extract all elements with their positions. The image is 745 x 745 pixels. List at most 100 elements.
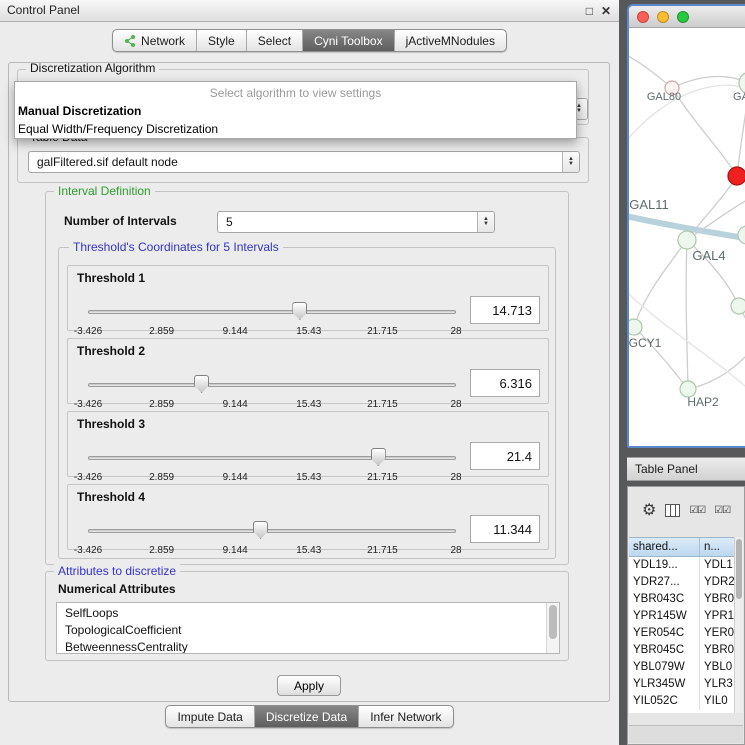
slider-thumb[interactable]: [371, 448, 386, 466]
threshold-1-slider[interactable]: -3.4262.8599.14415.4321.71528: [88, 302, 456, 330]
slider-track[interactable]: [88, 456, 456, 460]
tab-jactivemnodules[interactable]: jActiveMNodules: [395, 30, 506, 51]
slider-track[interactable]: [88, 383, 456, 387]
table-bottom-strip: [629, 725, 743, 743]
close-window-icon[interactable]: ✕: [601, 0, 611, 22]
slider-track[interactable]: [88, 310, 456, 314]
column-header-shared-name[interactable]: shared...: [629, 538, 700, 556]
list-item[interactable]: TopologicalCoefficient: [57, 622, 559, 639]
slider-ticks: -3.4262.8599.14415.4321.71528: [88, 472, 456, 484]
list-item[interactable]: BetweennessCentrality: [57, 639, 559, 654]
network-node[interactable]: [728, 167, 745, 185]
table-row[interactable]: YBR043CYBR0: [629, 591, 736, 608]
network-edge[interactable]: [629, 50, 672, 88]
network-edge[interactable]: [739, 306, 745, 364]
network-node[interactable]: [738, 226, 745, 244]
table-cell-name: YIL0: [700, 693, 736, 710]
columns-icon[interactable]: [665, 504, 680, 517]
tab-style[interactable]: Style: [197, 30, 247, 51]
attributes-list-scrollbar[interactable]: [546, 603, 559, 653]
tab-network[interactable]: Network: [113, 30, 197, 51]
table-row[interactable]: YER054CYER0: [629, 625, 736, 642]
slider-thumb[interactable]: [253, 521, 268, 539]
slider-tick-label: 28: [450, 399, 461, 410]
network-edge[interactable]: [634, 240, 687, 327]
network-node[interactable]: [629, 319, 642, 335]
apply-button[interactable]: Apply: [277, 675, 341, 696]
table-toolbar: ⚙ ☑☑ ☑☑: [628, 487, 744, 533]
slider-tick-label: -3.426: [74, 472, 102, 483]
threshold-3-slider[interactable]: -3.4262.8599.14415.4321.71528: [88, 448, 456, 476]
threshold-2-value-field[interactable]: 6.316: [470, 369, 540, 397]
table-cell-shared-name: YDL19...: [629, 557, 700, 574]
table-cell-name: YLR3: [700, 676, 736, 693]
network-node[interactable]: [731, 298, 745, 314]
table-data-combobox[interactable]: galFiltered.sif default node ▲▼: [28, 151, 580, 173]
popup-item-equal-width-frequency[interactable]: Equal Width/Frequency Discretization: [15, 120, 576, 138]
column-header-name[interactable]: n...: [700, 538, 736, 556]
number-of-intervals-combobox[interactable]: 5 ▲▼: [217, 211, 495, 233]
network-edge[interactable]: [686, 240, 688, 389]
table-row[interactable]: YPR145WYPR1: [629, 608, 736, 625]
zoom-traffic-light[interactable]: [677, 11, 689, 23]
network-canvas[interactable]: GAL80GAGAL11GAL4GCY1HAP2: [629, 28, 745, 446]
slider-tick-label: -3.426: [74, 326, 102, 337]
float-window-icon[interactable]: □: [586, 0, 593, 22]
table-cell-shared-name: YER054C: [629, 625, 700, 642]
table-scrollbar[interactable]: [734, 537, 743, 713]
tab-cyni-toolbox[interactable]: Cyni Toolbox: [303, 30, 394, 51]
network-tab-icon: [124, 35, 136, 47]
slider-tick-label: 28: [450, 545, 461, 556]
attributes-group-title: Attributes to discretize: [54, 564, 180, 578]
tab-impute-data[interactable]: Impute Data: [166, 706, 254, 727]
table-row[interactable]: YBL079WYBL0: [629, 659, 736, 676]
select-rows-icon[interactable]: ☑☑: [714, 505, 730, 516]
table-data-combobox-value: galFiltered.sif default node: [29, 152, 562, 172]
threshold-1-label: Threshold 1: [77, 271, 145, 285]
threshold-4-slider[interactable]: -3.4262.8599.14415.4321.71528: [88, 521, 456, 549]
table-cell-name: YBR0: [700, 642, 736, 659]
threshold-3-value-field[interactable]: 21.4: [470, 442, 540, 470]
table-data-combobox-stepper-icon[interactable]: ▲▼: [562, 152, 579, 172]
threshold-4-value-field[interactable]: 11.344: [470, 515, 540, 543]
table-row[interactable]: YIL052CYIL0: [629, 693, 736, 710]
table-data-group: Table Data galFiltered.sif default node …: [17, 137, 589, 183]
slider-tick-label: 28: [450, 326, 461, 337]
table-row[interactable]: YDL19...YDL1: [629, 557, 736, 574]
number-of-intervals-stepper-icon[interactable]: ▲▼: [477, 212, 494, 232]
network-edge[interactable]: [688, 330, 745, 389]
control-panel-titlebar: Control Panel □ ✕: [0, 0, 619, 22]
network-node-label: GAL11: [629, 197, 669, 212]
table-panel-header: Table Panel: [627, 457, 745, 481]
network-edge[interactable]: [672, 88, 737, 176]
network-node[interactable]: [678, 231, 696, 249]
gear-icon[interactable]: ⚙: [642, 500, 656, 520]
list-item[interactable]: SelfLoops: [57, 603, 559, 622]
tab-discretize-data[interactable]: Discretize Data: [255, 706, 359, 727]
table-row[interactable]: YLR345WYLR3: [629, 676, 736, 693]
slider-thumb[interactable]: [292, 302, 307, 320]
threshold-1-value-field[interactable]: 14.713: [470, 296, 540, 324]
tab-select[interactable]: Select: [247, 30, 303, 51]
select-columns-icon[interactable]: ☑☑: [689, 505, 705, 516]
slider-tick-label: -3.426: [74, 545, 102, 556]
popup-item-manual-discretization[interactable]: Manual Discretization: [15, 102, 576, 120]
discretization-algorithm-group-title: Discretization Algorithm: [26, 62, 159, 75]
bottom-tabbar: Impute Data Discretize Data Infer Networ…: [0, 705, 619, 728]
slider-thumb[interactable]: [194, 375, 209, 393]
slider-track[interactable]: [88, 529, 456, 533]
threshold-2-slider[interactable]: -3.4262.8599.14415.4321.71528: [88, 375, 456, 403]
table-row[interactable]: YBR045CYBR0: [629, 642, 736, 659]
slider-ticks: -3.4262.8599.14415.4321.71528: [88, 545, 456, 557]
network-edge[interactable]: [672, 77, 745, 88]
table-row[interactable]: YDR27...YDR2: [629, 574, 736, 591]
slider-tick-label: 15.43: [296, 472, 321, 483]
minimize-traffic-light[interactable]: [657, 11, 669, 23]
network-node-label: GA: [733, 91, 745, 103]
tab-infer-network[interactable]: Infer Network: [359, 706, 452, 727]
close-traffic-light[interactable]: [637, 11, 649, 23]
threshold-coordinates-group-title: Threshold's Coordinates for 5 Intervals: [69, 240, 283, 254]
slider-tick-label: -3.426: [74, 399, 102, 410]
slider-tick-label: 15.43: [296, 326, 321, 337]
slider-tick-label: 2.859: [149, 326, 174, 337]
